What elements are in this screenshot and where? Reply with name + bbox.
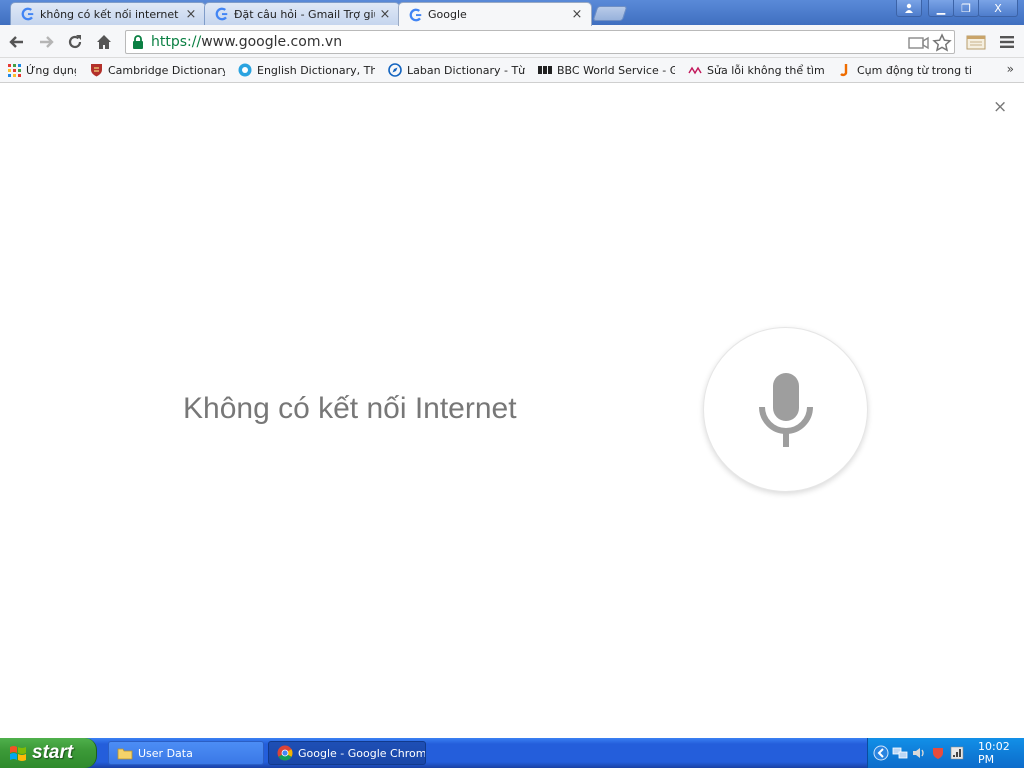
close-icon: X — [994, 1, 1002, 15]
bookmark-cambridge[interactable]: Cambridge Dictionary | E — [82, 60, 231, 80]
browser-toolbar: https://www.google.com.vn — [0, 25, 1024, 58]
url-host: www.google.com.vn — [201, 34, 343, 50]
restore-icon: ❐ — [961, 1, 971, 15]
site-icon — [688, 63, 702, 77]
microphone-icon — [758, 372, 813, 447]
tab-title: Đặt câu hỏi - Gmail Trợ giúp — [234, 7, 375, 21]
start-button[interactable]: start — [0, 738, 97, 768]
minimize-icon: ▁ — [936, 1, 946, 15]
forward-arrow-icon — [40, 36, 54, 48]
apps-grid-icon — [7, 63, 21, 77]
user-icon — [905, 3, 913, 13]
bookmarks-overflow-button[interactable]: » — [1007, 62, 1014, 76]
network-icon[interactable] — [892, 745, 908, 761]
no-internet-message: Không có kết nối Internet — [183, 392, 517, 425]
restore-button[interactable]: ❐ — [953, 0, 979, 17]
folder-icon — [117, 748, 133, 760]
bookmark-bbc[interactable]: BBC World Service - Glob — [531, 60, 681, 80]
back-arrow-icon — [9, 36, 23, 48]
bookmark-fix-error[interactable]: Sửa lỗi không thể tìm thấ — [681, 60, 831, 80]
bookmark-label: Cambridge Dictionary | E — [108, 63, 225, 77]
system-tray: 10:02 PM — [867, 738, 1024, 768]
google-g-icon — [21, 7, 35, 21]
bbc-icon — [538, 63, 552, 77]
system-clock[interactable]: 10:02 PM — [978, 740, 1024, 766]
windows-flag-icon — [10, 746, 26, 761]
start-label: start — [32, 742, 74, 763]
minimize-button[interactable]: ▁ — [928, 0, 954, 17]
new-tab-button[interactable] — [592, 6, 628, 21]
home-button[interactable] — [92, 30, 116, 54]
bookmark-phrasal-verbs[interactable]: Cụm động từ trong tiếng — [831, 60, 977, 80]
taskbar-item-chrome[interactable]: Google - Google Chrome — [268, 741, 426, 765]
task-label: User Data — [138, 746, 193, 760]
tab-close-button[interactable]: × — [185, 8, 197, 21]
chrome-icon — [277, 745, 293, 761]
hamburger-menu-icon — [1000, 36, 1014, 48]
security-tray-icon[interactable] — [930, 745, 946, 761]
forward-button[interactable] — [34, 30, 58, 54]
task-label: Google - Google Chrome — [298, 746, 426, 760]
reload-button[interactable] — [63, 30, 87, 54]
voice-search-close-button[interactable]: × — [993, 99, 1007, 116]
tab-close-button[interactable]: × — [379, 8, 391, 21]
wireless-icon[interactable] — [949, 745, 965, 761]
microphone-button[interactable] — [703, 327, 868, 492]
back-button[interactable] — [5, 30, 29, 54]
url-scheme: https:// — [151, 34, 202, 50]
bookmark-english-dictionary[interactable]: English Dictionary, Thes — [231, 60, 381, 80]
tab-google[interactable]: Google × — [398, 2, 592, 26]
windows-taskbar: start User Data Google - Google Chrome 1… — [0, 738, 1024, 768]
bookmark-label: Sửa lỗi không thể tìm thấ — [707, 63, 825, 77]
bookmarks-bar: Ứng dụng Cambridge Dictionary | E Englis… — [0, 58, 1024, 83]
taskbar-item-user-data[interactable]: User Data — [108, 741, 264, 765]
bookmark-label: English Dictionary, Thes — [257, 63, 375, 77]
cambridge-shield-icon — [89, 63, 103, 77]
chrome-menu-button[interactable] — [995, 30, 1019, 54]
page-content: × Không có kết nối Internet — [0, 84, 1024, 738]
lock-icon — [133, 35, 143, 49]
google-g-icon — [409, 8, 423, 21]
calendar-extension-icon — [966, 35, 986, 50]
user-profile-button[interactable] — [896, 0, 922, 17]
bookmark-label: Ứng dụng — [26, 63, 76, 77]
tab-close-button[interactable]: × — [571, 8, 583, 21]
bookmark-label: Cụm động từ trong tiếng — [857, 63, 971, 77]
url-text: https://www.google.com.vn — [151, 34, 342, 50]
reload-icon — [68, 35, 82, 49]
extension-button[interactable] — [964, 30, 988, 54]
tab-gmail-help[interactable]: Đặt câu hỏi - Gmail Trợ giúp × — [204, 2, 400, 25]
close-window-button[interactable]: X — [978, 0, 1018, 17]
tab-title: Google — [428, 8, 467, 21]
bookmark-apps[interactable]: Ứng dụng — [0, 60, 82, 80]
bookmark-label: BBC World Service - Glob — [557, 63, 675, 77]
address-bar[interactable]: https://www.google.com.vn — [125, 30, 955, 54]
home-icon — [97, 35, 111, 49]
volume-icon[interactable] — [911, 745, 927, 761]
tab-title: không có kết nối internet khi — [40, 7, 181, 21]
tab-no-internet[interactable]: không có kết nối internet khi × — [10, 2, 206, 25]
bookmark-label: Laban Dictionary - Từ đi — [407, 63, 525, 77]
tab-strip: không có kết nối internet khi × Đặt câu … — [0, 0, 1024, 26]
google-g-icon — [215, 7, 229, 21]
j-icon — [838, 63, 852, 77]
camera-blocked-icon[interactable] — [908, 34, 930, 52]
dictionary-circle-icon — [238, 63, 252, 77]
bookmark-laban[interactable]: Laban Dictionary - Từ đi — [381, 60, 531, 80]
bookmark-star-icon[interactable] — [932, 33, 952, 53]
tray-expand-icon[interactable] — [873, 745, 889, 761]
compass-icon — [388, 63, 402, 77]
